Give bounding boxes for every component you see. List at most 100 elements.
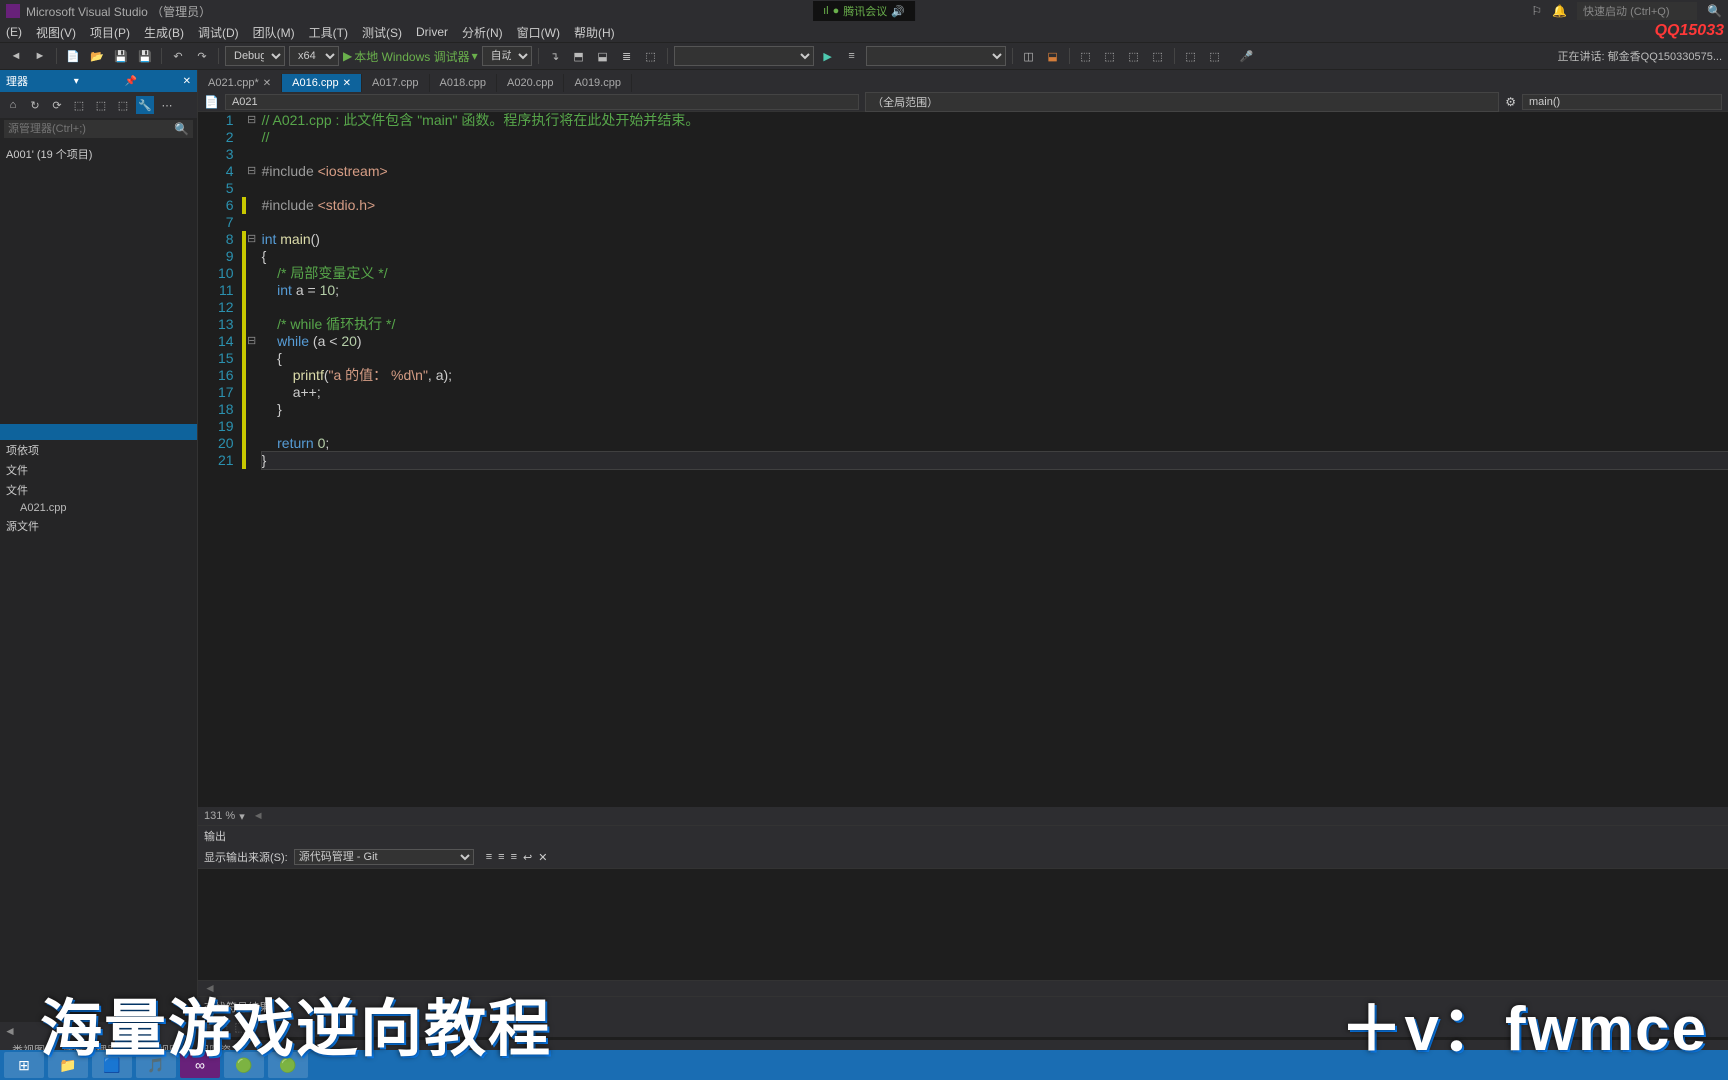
fold-toggle[interactable] — [246, 401, 258, 418]
run-debug-button[interactable]: ▶ 本地 Windows 调试器 ▾ — [343, 48, 478, 65]
search-icon[interactable]: 🔍 — [1707, 4, 1722, 18]
menu-debug[interactable]: 调试(D) — [198, 24, 239, 41]
tool-icon[interactable]: ⬚ — [1100, 46, 1120, 66]
file-tab[interactable]: A018.cpp — [430, 74, 497, 92]
file-tab[interactable]: A019.cpp — [564, 74, 631, 92]
fold-toggle[interactable] — [246, 146, 258, 163]
output-source-select[interactable]: 源代码管理 - Git — [294, 849, 474, 865]
tree-item[interactable]: 文件 — [0, 460, 197, 480]
open-button[interactable]: 📂 — [87, 46, 107, 66]
refresh-icon[interactable]: ↻ — [26, 96, 44, 114]
fold-toggle[interactable] — [246, 384, 258, 401]
tree-item[interactable]: 文件 — [0, 480, 197, 500]
flag-icon[interactable]: ⚐ — [1531, 4, 1542, 18]
solution-node[interactable]: A001' (19 个项目) — [0, 144, 197, 164]
home-icon[interactable]: ⌂ — [4, 96, 22, 114]
nav-fwd-button[interactable]: ► — [30, 46, 50, 66]
tool-icon[interactable]: ⬚ — [1205, 46, 1225, 66]
tool-icon[interactable]: ≡ — [486, 851, 492, 863]
chevron-left-icon[interactable]: ◄ — [198, 981, 216, 995]
tool-icon[interactable]: ⬚ — [1076, 46, 1096, 66]
fold-toggle[interactable]: ⊟ — [246, 112, 258, 129]
config-select[interactable]: Debug — [225, 46, 285, 66]
menu-window[interactable]: 窗口(W) — [517, 24, 560, 41]
fold-toggle[interactable] — [246, 265, 258, 282]
tool-icon[interactable]: ⬚ — [1148, 46, 1168, 66]
redo-button[interactable]: ↷ — [192, 46, 212, 66]
thread-select[interactable] — [866, 46, 1006, 66]
menu-help[interactable]: 帮助(H) — [574, 24, 615, 41]
scroll-left-icon[interactable]: ◄ — [253, 810, 264, 822]
tree-item-selected[interactable] — [0, 424, 197, 440]
dropdown-icon[interactable]: ▾ — [74, 76, 79, 87]
tool-icon[interactable]: ⬓ — [1043, 46, 1063, 66]
clear-icon[interactable]: ✕ — [538, 851, 547, 864]
tree-item[interactable]: 源文件 — [0, 516, 197, 536]
dropdown-icon[interactable]: ▾ — [239, 810, 245, 823]
tool-icon[interactable]: ⬚ — [1181, 46, 1201, 66]
step-button[interactable]: ↴ — [545, 46, 565, 66]
saveall-button[interactable]: 💾 — [135, 46, 155, 66]
more-icon[interactable]: ⋯ — [158, 96, 176, 114]
fold-toggle[interactable] — [246, 350, 258, 367]
menu-project[interactable]: 项目(P) — [90, 24, 130, 41]
fold-toggle[interactable] — [246, 452, 258, 469]
fold-toggle[interactable] — [246, 282, 258, 299]
fold-toggle[interactable] — [246, 129, 258, 146]
menu-edit[interactable]: (E) — [6, 25, 22, 39]
class-scope-select[interactable]: A021 — [225, 94, 859, 110]
solution-search[interactable]: 🔍 — [4, 120, 193, 138]
save-button[interactable]: 💾 — [111, 46, 131, 66]
menu-analyze[interactable]: 分析(N) — [462, 24, 503, 41]
tool-icon[interactable]: ⬚ — [641, 46, 661, 66]
fold-toggle[interactable] — [246, 367, 258, 384]
solution-search-input[interactable] — [8, 123, 174, 135]
taskbar-app[interactable]: 🟦 — [92, 1052, 132, 1078]
fold-toggle[interactable]: ⊟ — [246, 163, 258, 180]
menu-test[interactable]: 测试(S) — [362, 24, 402, 41]
taskbar-app[interactable]: 🟢 — [268, 1052, 308, 1078]
stack-button[interactable]: ≡ — [842, 46, 862, 66]
mic-icon[interactable]: 🎤 — [1237, 46, 1257, 66]
showall-icon[interactable]: ⬚ — [70, 96, 88, 114]
taskbar-vs[interactable]: ∞ — [180, 1052, 220, 1078]
pin-icon[interactable]: 📌 — [124, 76, 136, 87]
fold-toggle[interactable] — [246, 435, 258, 452]
file-tab[interactable]: A021.cpp*✕ — [198, 74, 282, 92]
menu-tools[interactable]: 工具(T) — [309, 24, 348, 41]
tool-icon[interactable]: ⬚ — [1124, 46, 1144, 66]
collapse-icon[interactable]: ⬚ — [114, 96, 132, 114]
fold-toggle[interactable] — [246, 248, 258, 265]
prop-icon[interactable]: ⬚ — [92, 96, 110, 114]
fold-toggle[interactable] — [246, 316, 258, 333]
error-hint-bar[interactable]: ◄ — [198, 980, 1728, 996]
attach-button[interactable]: ▶ — [818, 46, 838, 66]
start-button[interactable]: ⊞ — [4, 1052, 44, 1078]
tool-icon[interactable]: ⬒ — [569, 46, 589, 66]
menu-driver[interactable]: Driver — [416, 25, 448, 39]
proc-select[interactable] — [674, 46, 814, 66]
fold-toggle[interactable]: ⊟ — [246, 333, 258, 350]
quick-launch-input[interactable]: 快速启动 (Ctrl+Q) — [1577, 2, 1697, 20]
auto-select[interactable]: 自动 — [482, 46, 532, 66]
wrench-icon[interactable]: 🔧 — [136, 96, 154, 114]
sync-icon[interactable]: ⟳ — [48, 96, 66, 114]
tree-item[interactable]: 项依项 — [0, 440, 197, 460]
fold-toggle[interactable] — [246, 197, 258, 214]
nav-back-button[interactable]: ◄ — [6, 46, 26, 66]
close-icon[interactable]: ✕ — [183, 76, 191, 87]
new-button[interactable]: 📄 — [63, 46, 83, 66]
output-content[interactable] — [198, 869, 1728, 980]
search-icon[interactable]: 🔍 — [174, 122, 189, 136]
tool-icon[interactable]: ⬚ — [217, 1020, 228, 1034]
wrap-icon[interactable]: ↩ — [523, 851, 532, 864]
menu-build[interactable]: 生成(B) — [144, 24, 184, 41]
tool-icon[interactable]: ≡ — [204, 1020, 211, 1034]
tool-icon[interactable]: ≡ — [498, 851, 504, 863]
menu-team[interactable]: 团队(M) — [253, 24, 295, 41]
code-content[interactable]: // A021.cpp : 此文件包含 "main" 函数。程序执行将在此处开始… — [258, 112, 1728, 807]
undo-button[interactable]: ↶ — [168, 46, 188, 66]
file-tab[interactable]: A020.cpp — [497, 74, 564, 92]
member-select[interactable]: main() — [1522, 94, 1722, 110]
taskbar-app[interactable]: 🟢 — [224, 1052, 264, 1078]
